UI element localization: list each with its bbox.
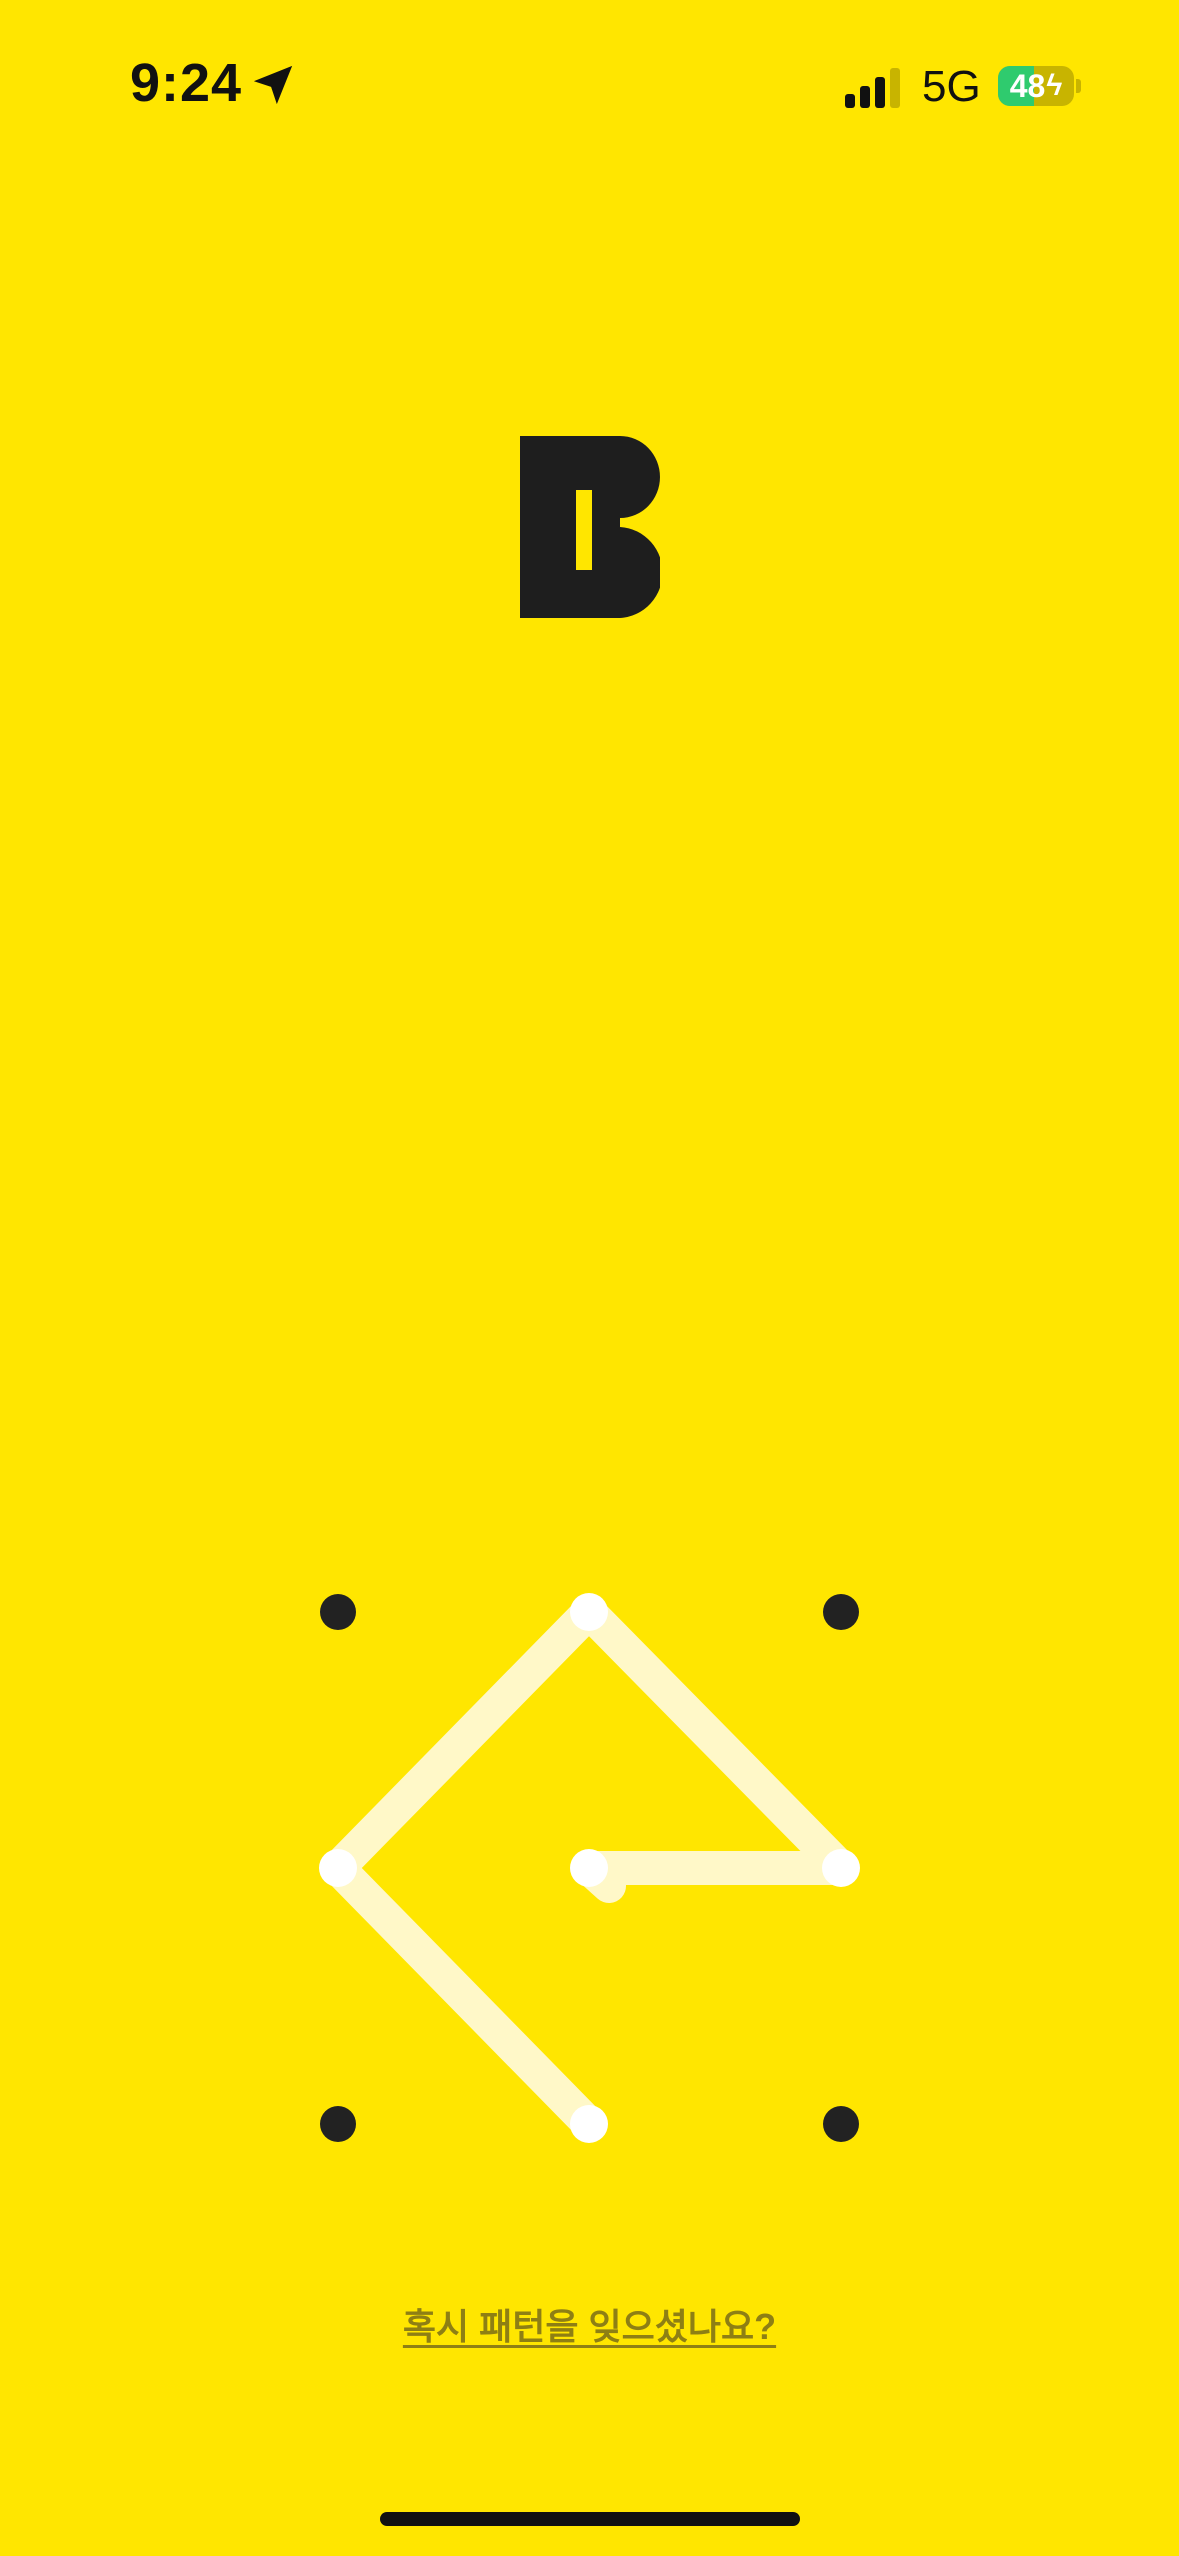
forgot-pattern-link[interactable]: 혹시 패턴을 잊으셨나요? [0,2298,1179,2350]
pattern-lock-grid[interactable] [0,0,1179,2556]
pattern-dot-4[interactable] [319,1849,357,1887]
signal-bar [860,86,870,108]
network-type: 5G [922,62,981,111]
pattern-line [572,1595,858,1885]
battery-level: 48 ϟ [1009,67,1063,104]
pattern-dot-9[interactable] [823,2106,859,2142]
status-bar: 9:24 5G 48 ϟ [0,0,1179,140]
pattern-dot-6[interactable] [822,1849,860,1887]
signal-bar [875,77,885,108]
clock-time: 9:24 [130,53,243,113]
location-arrow-icon [253,65,293,105]
pattern-dot-1[interactable] [320,1594,356,1630]
cellular-signal-icon [845,68,900,108]
pattern-line [321,1851,606,2141]
signal-bar [890,68,900,108]
signal-bar [845,94,855,108]
pattern-dot-3[interactable] [823,1594,859,1630]
pattern-dot-2[interactable] [570,1593,608,1631]
pattern-dot-5[interactable] [570,1849,608,1887]
battery-icon: 48 ϟ [998,66,1074,106]
pattern-dot-8[interactable] [570,2105,608,2143]
battery-cap [1076,79,1081,93]
charging-bolt-icon: ϟ [1046,69,1063,102]
bank-b-logo [520,436,660,618]
home-indicator[interactable] [380,2512,800,2526]
pattern-line [321,1595,606,1885]
pattern-dot-7[interactable] [320,2106,356,2142]
